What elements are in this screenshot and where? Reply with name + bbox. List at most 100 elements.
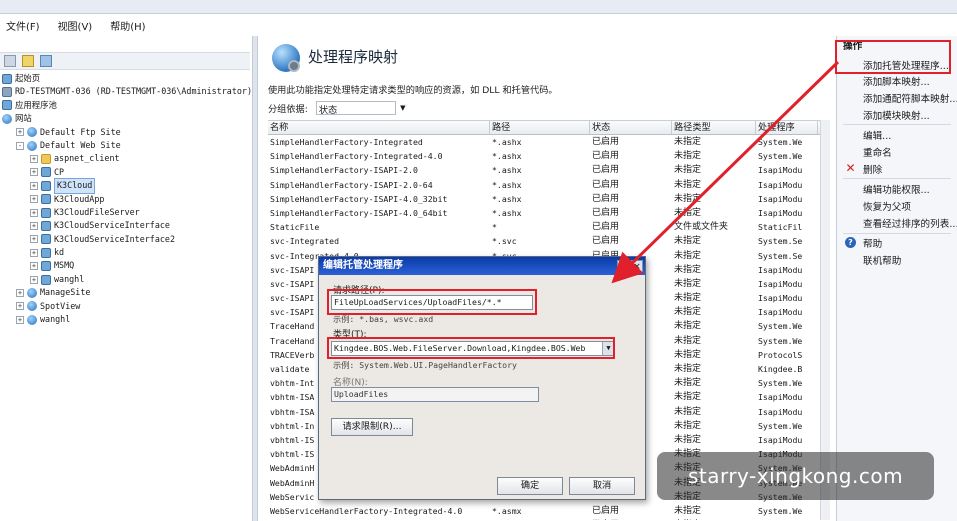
- action-delete[interactable]: 删除: [863, 162, 882, 176]
- tree-node[interactable]: + K3CloudServiceInterface2: [0, 233, 250, 246]
- tree-node[interactable]: + Default Ftp Site: [0, 126, 250, 139]
- connect-icon[interactable]: [40, 55, 52, 67]
- tree-node[interactable]: + kd: [0, 246, 250, 259]
- action-add-module-map[interactable]: 添加模块映射...: [863, 108, 930, 122]
- actions-separator: [843, 178, 951, 179]
- col-name[interactable]: 名称: [268, 121, 490, 134]
- tree-node[interactable]: RD-TESTMGMT-036 (RD-TESTMGMT-036\Adminis…: [0, 85, 252, 98]
- menu-help[interactable]: 帮助(H): [110, 18, 145, 33]
- col-path-type[interactable]: 路径类型: [672, 121, 756, 134]
- action-help[interactable]: 帮助: [863, 236, 882, 250]
- action-revert-to-parent[interactable]: 恢复为父项: [863, 199, 911, 213]
- action-view-ordered-list[interactable]: 查看经过排序的列表...: [863, 216, 957, 230]
- table-row[interactable]: SimpleHandlerFactory-Integrated *.ashx 已启用…: [268, 135, 822, 149]
- table-row[interactable]: SimpleHandlerFactory-ISAPI-2.0-64 *.ashx 已…: [268, 178, 822, 192]
- save-icon[interactable]: [22, 55, 34, 67]
- name-input[interactable]: UploadFiles: [331, 387, 539, 402]
- menu-view[interactable]: 视图(V): [58, 18, 93, 33]
- action-rename[interactable]: 重命名: [863, 145, 892, 159]
- cancel-button[interactable]: 取消: [569, 477, 635, 495]
- tree-node[interactable]: + K3CloudApp: [0, 193, 250, 206]
- expand-icon[interactable]: +: [16, 302, 24, 311]
- tree-node[interactable]: + SpotView: [0, 300, 250, 313]
- expand-icon[interactable]: +: [30, 195, 38, 204]
- table-row[interactable]: SimpleHandlerFactory-Integrated-4.0 *.ash…: [268, 149, 822, 163]
- tree-node[interactable]: + CP: [0, 166, 250, 179]
- table-row[interactable]: WebServiceHandlerFactory-Integrated-4.0 *…: [268, 504, 822, 518]
- back-icon[interactable]: [4, 55, 16, 67]
- actions-pane: 操作 添加托管处理程序... 添加脚本映射... 添加通配符脚本映射... 添加…: [836, 36, 957, 521]
- tree-node[interactable]: - Default Web Site: [0, 139, 250, 152]
- expand-icon[interactable]: +: [16, 315, 24, 324]
- menu-file[interactable]: 文件(F): [6, 18, 40, 33]
- chevron-down-icon[interactable]: ▼: [398, 104, 408, 112]
- gear-icon: [288, 60, 300, 72]
- start-page-icon: [2, 73, 12, 84]
- tree-node[interactable]: + K3Cloud: [0, 178, 250, 194]
- cell-path-type: 未指定: [674, 378, 702, 389]
- dialog-help-button[interactable]: ?: [617, 260, 629, 272]
- groupby-control: 分组依据: 状态 ▼: [268, 100, 418, 116]
- expand-icon[interactable]: +: [30, 221, 38, 230]
- expand-icon[interactable]: +: [30, 262, 38, 271]
- cell-state: 已启用: [592, 207, 620, 218]
- tree-node[interactable]: + wanghl: [0, 273, 250, 286]
- groupby-select[interactable]: 状态: [315, 101, 396, 116]
- cell-path: *.svc: [492, 236, 517, 247]
- expand-icon[interactable]: +: [30, 181, 38, 190]
- col-path[interactable]: 路径: [490, 121, 590, 134]
- tree-node[interactable]: 起始页: [0, 72, 250, 85]
- pane-splitter[interactable]: [252, 36, 258, 521]
- table-row[interactable]: WebServiceHandlerFactory-ISAPI-2.0*.asmx…: [268, 518, 822, 520]
- cell-handler: System.We: [758, 321, 803, 332]
- table-row[interactable]: StaticFile * 已启用 文件或文件夹 StaticFil: [268, 220, 822, 234]
- cell-path-type: 未指定: [674, 250, 702, 261]
- tree-node-label: aspnet_client: [54, 153, 120, 164]
- tree-node[interactable]: + wanghl: [0, 313, 250, 326]
- table-row[interactable]: SimpleHandlerFactory-ISAPI-2.0 *.ashx 已启用 未…: [268, 163, 822, 177]
- request-restrictions-button[interactable]: 请求限制(R)...: [331, 418, 413, 436]
- tree-node[interactable]: 网站: [0, 112, 250, 125]
- cell-state: 已启用: [592, 222, 620, 233]
- col-state[interactable]: 状态: [590, 121, 672, 134]
- collapse-icon[interactable]: -: [16, 141, 24, 150]
- delete-icon: ✕: [845, 161, 856, 175]
- action-add-wildcard-script-map[interactable]: 添加通配符脚本映射...: [863, 91, 957, 105]
- expand-icon[interactable]: +: [16, 128, 24, 137]
- app-icon: [41, 167, 51, 178]
- tree-node[interactable]: + K3CloudFileServer: [0, 206, 250, 219]
- expand-icon[interactable]: +: [30, 235, 38, 244]
- cell-handler: IsapiModu: [756, 518, 818, 520]
- expand-icon[interactable]: +: [16, 288, 24, 297]
- tree-node[interactable]: + ManageSite: [0, 286, 250, 299]
- tree-node[interactable]: + aspnet_client: [0, 152, 250, 165]
- tree-node[interactable]: + MSMQ: [0, 259, 250, 272]
- dialog-close-button[interactable]: ×: [631, 260, 643, 272]
- table-row[interactable]: SimpleHandlerFactory-ISAPI-4.0_32bit *.as…: [268, 192, 822, 206]
- tree-node[interactable]: 应用程序池: [0, 99, 250, 112]
- cell-path: *.ashx: [492, 193, 522, 204]
- cell-path-type: 未指定: [674, 392, 702, 403]
- help-icon: ?: [845, 237, 856, 248]
- tree-node[interactable]: + K3CloudServiceInterface: [0, 219, 250, 232]
- action-edit-feature-permissions[interactable]: 编辑功能权限...: [863, 182, 930, 196]
- expand-icon[interactable]: +: [30, 275, 38, 284]
- action-edit[interactable]: 编辑...: [863, 128, 891, 142]
- table-row[interactable]: svc-Integrated *.svc 已启用 未指定 System.Se: [268, 234, 822, 248]
- expand-icon[interactable]: +: [30, 208, 38, 217]
- action-add-script-map[interactable]: 添加脚本映射...: [863, 74, 930, 88]
- table-row[interactable]: SimpleHandlerFactory-ISAPI-4.0_64bit *.as…: [268, 206, 822, 220]
- highlight-box-type: [327, 337, 615, 359]
- app-icon: [41, 234, 51, 245]
- app-icon: [41, 180, 51, 191]
- expand-icon[interactable]: +: [30, 168, 38, 177]
- ok-button[interactable]: 确定: [497, 477, 563, 495]
- expand-icon[interactable]: +: [30, 155, 38, 164]
- globe-icon: [27, 301, 37, 312]
- tree-node-label: wanghl: [54, 273, 85, 284]
- expand-icon[interactable]: +: [30, 248, 38, 257]
- tree-node-label: SpotView: [40, 300, 81, 311]
- col-handler[interactable]: 处理程序: [756, 121, 818, 134]
- action-online-help[interactable]: 联机帮助: [863, 253, 901, 267]
- cell-handler: IsapiModu: [758, 278, 803, 289]
